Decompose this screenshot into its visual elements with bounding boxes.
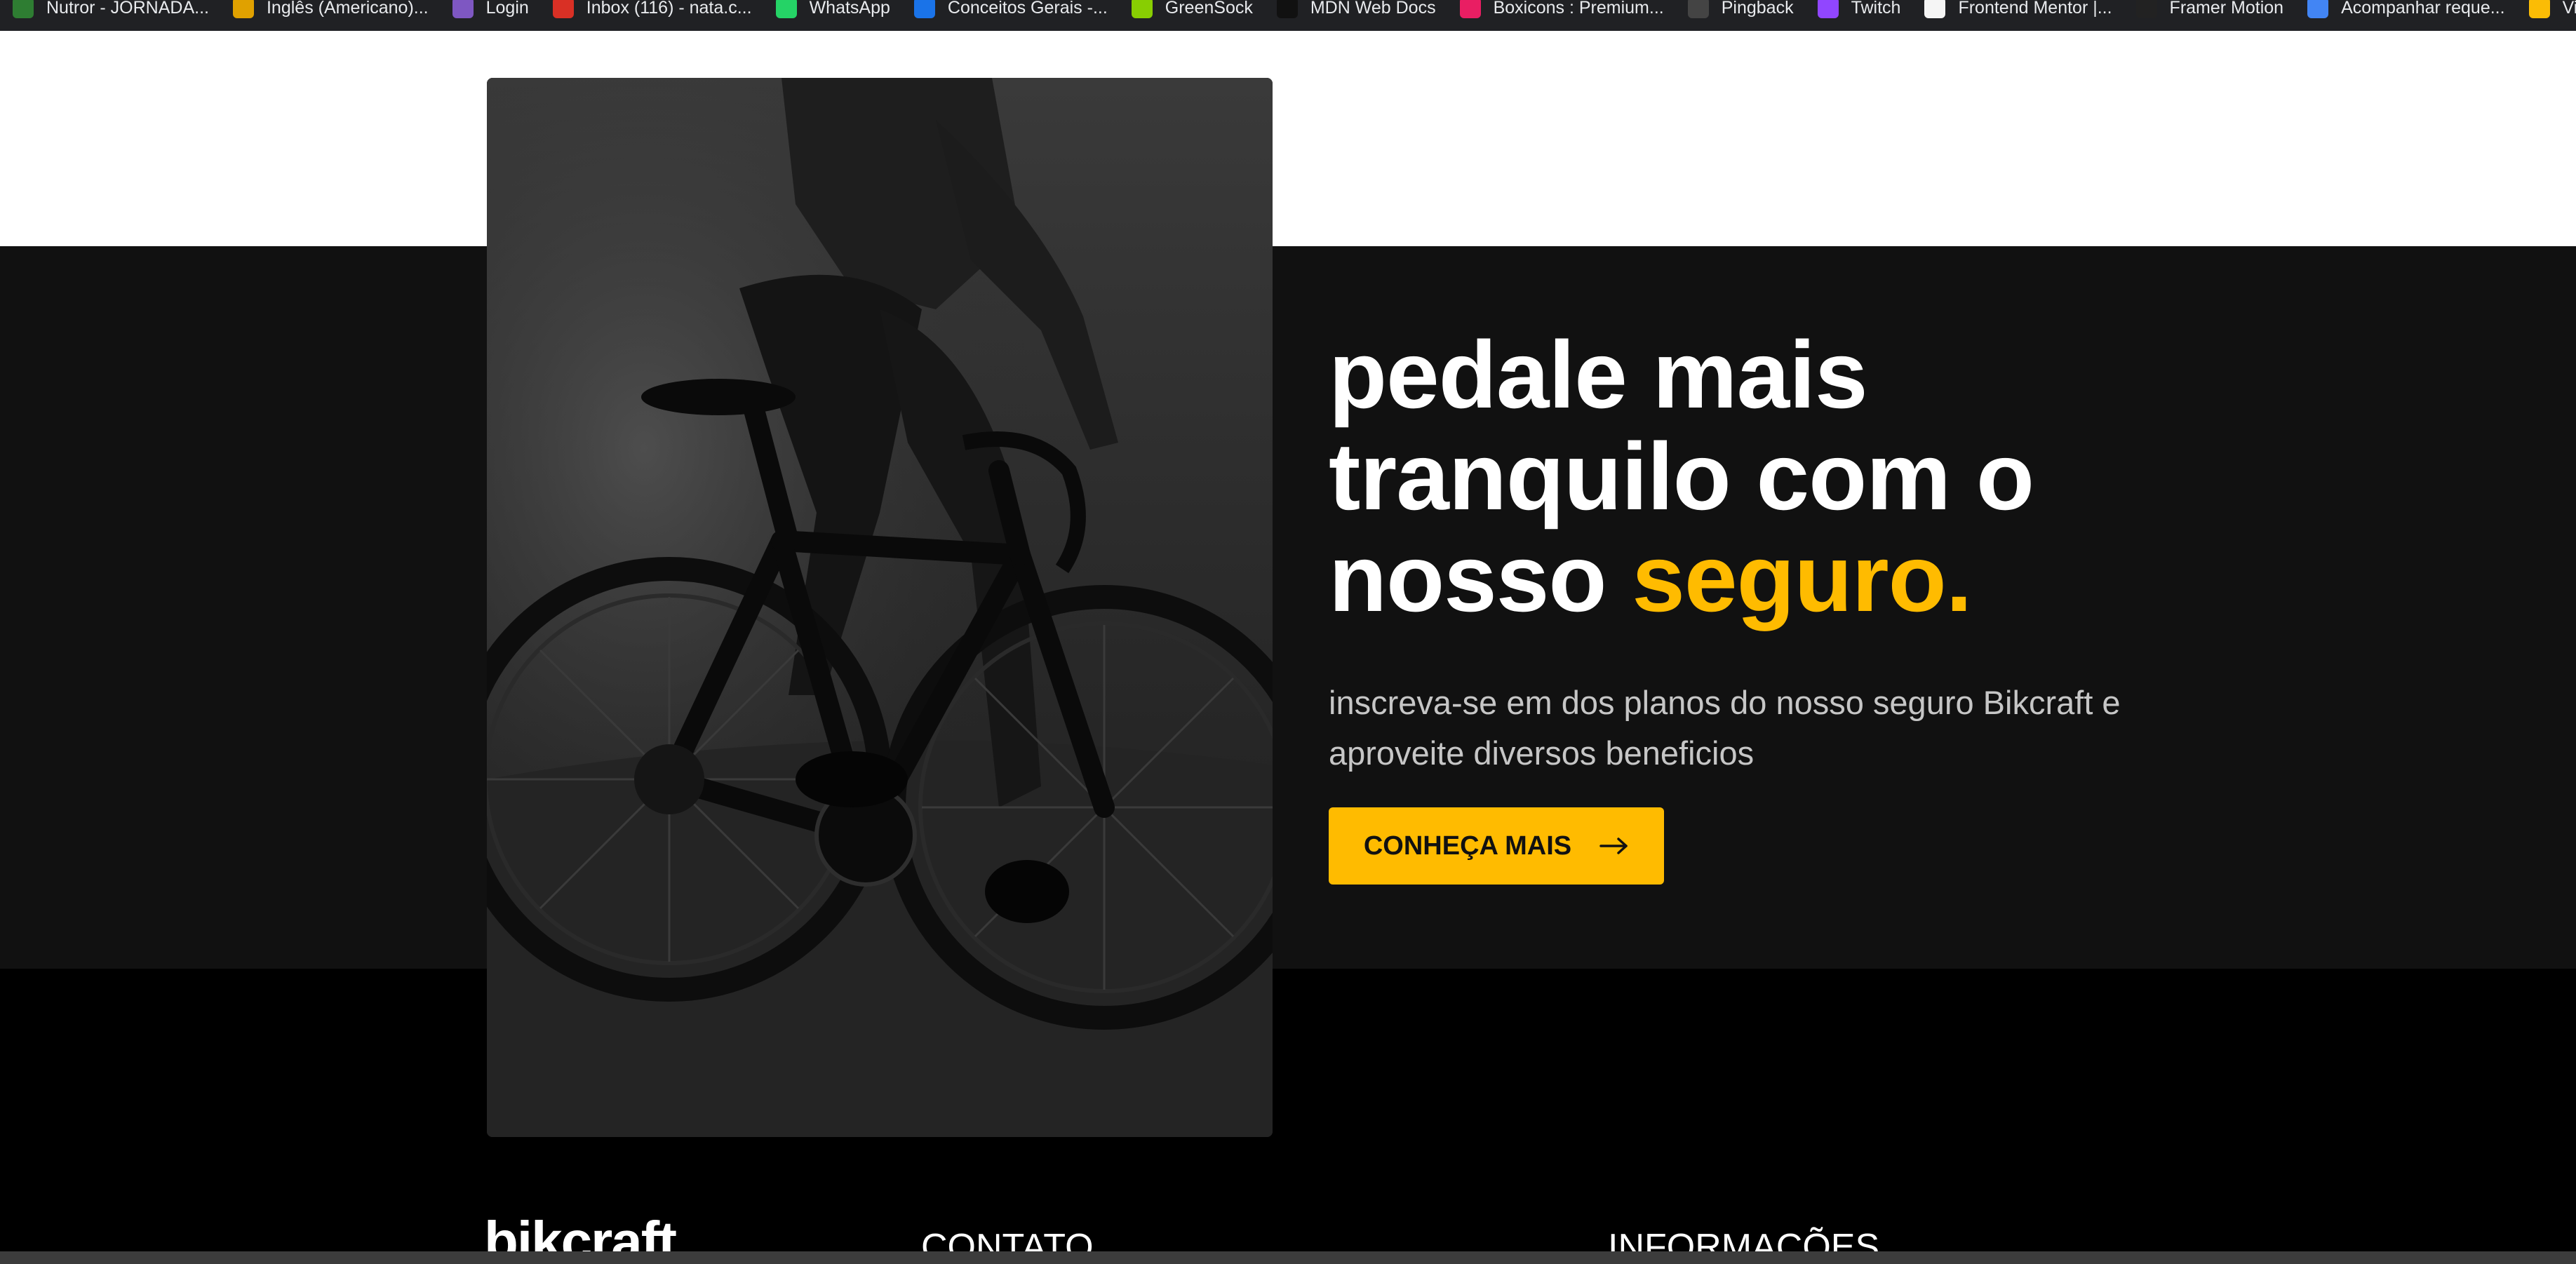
bookmark-item[interactable]: Conceitos Gerais -... (904, 0, 1122, 23)
bookmark-label: Login (485, 0, 529, 18)
cyclist-photo (487, 78, 1273, 1137)
bookmark-item[interactable]: WhatsApp (766, 0, 904, 23)
horizontal-scrollbar[interactable] (0, 1251, 2576, 1264)
bookmark-favicon-icon (452, 0, 474, 18)
bookmark-item[interactable]: Twitch (1808, 0, 1915, 23)
hero-title-accent: seguro. (1632, 525, 1972, 631)
bookmark-item[interactable]: Inglês (Americano)... (223, 0, 443, 23)
bookmark-item[interactable]: Login (443, 0, 543, 23)
bookmark-label: Framer Motion (2169, 0, 2284, 18)
bookmark-favicon-icon (775, 0, 797, 18)
footer (0, 969, 2576, 1264)
cta-label: CONHEÇA MAIS (1363, 831, 1572, 861)
bookmark-favicon-icon (2528, 0, 2550, 18)
bookmark-item[interactable]: Acompanhar reque... (2297, 0, 2518, 23)
hero-title-line-2: tranquilo com o (1329, 423, 2034, 530)
hero-title-line-3: nosso (1329, 525, 1632, 631)
bookmark-label: Acompanhar reque... (2341, 0, 2505, 18)
bicycle-illustration (487, 78, 1273, 1137)
bookmark-label: Inbox (116) - nata.c... (586, 0, 752, 18)
bookmark-favicon-icon (2135, 0, 2157, 18)
bookmark-label: Conceitos Gerais -... (947, 0, 1108, 18)
bookmark-favicon-icon (2307, 0, 2329, 18)
bookmark-item[interactable]: Framer Motion (2126, 0, 2298, 23)
bookmark-label: Pingback (1721, 0, 1794, 18)
bookmark-label: Inglês (Americano)... (266, 0, 429, 18)
bookmark-favicon-icon (1131, 0, 1153, 18)
bookmark-favicon-icon (913, 0, 935, 18)
bookmark-label: Boxicons : Premium... (1493, 0, 1664, 18)
conheca-mais-button[interactable]: CONHEÇA MAIS (1329, 807, 1664, 885)
bookmark-label: Twitch (1851, 0, 1901, 18)
bookmark-item[interactable]: Nutror - JORNADA... (3, 0, 223, 23)
hero-title: pedale mais tranquilo com o nosso seguro… (1329, 324, 2171, 629)
bookmark-item[interactable]: Frontend Mentor |... (1914, 0, 2126, 23)
hero-subtitle: inscreva-se em dos planos do nosso segur… (1329, 684, 2121, 772)
bookmark-item[interactable]: Video Recorder - Gr... (2519, 0, 2576, 23)
bookmark-label: Video Recorder - Gr... (2562, 0, 2576, 18)
bookmark-item[interactable]: MDN Web Docs (1267, 0, 1450, 23)
bookmark-favicon-icon (552, 0, 574, 18)
bookmarks-bar: Nutror - JORNADA... Inglês (Americano)...… (0, 0, 2576, 31)
bookmark-label: GreenSock (1165, 0, 1253, 18)
hero-title-line-1: pedale mais (1329, 321, 1868, 428)
bookmark-item[interactable]: Inbox (116) - nata.c... (543, 0, 766, 23)
bookmark-label: WhatsApp (809, 0, 890, 18)
bookmark-favicon-icon (13, 0, 34, 18)
bookmark-favicon-icon (1459, 0, 1481, 18)
bookmark-label: MDN Web Docs (1310, 0, 1436, 18)
bookmark-favicon-icon (1687, 0, 1709, 18)
bookmark-item[interactable]: Boxicons : Premium... (1450, 0, 1678, 23)
header-area (0, 31, 2576, 246)
bookmark-favicon-icon (1817, 0, 1839, 18)
bookmark-label: Nutror - JORNADA... (46, 0, 209, 18)
arrow-right-icon (1599, 838, 1628, 854)
insurance-section (0, 246, 2576, 969)
bookmark-item[interactable]: GreenSock (1122, 0, 1267, 23)
bookmark-favicon-icon (232, 0, 254, 18)
bookmark-favicon-icon (1924, 0, 1946, 18)
bookmark-label: Frontend Mentor |... (1958, 0, 2112, 18)
bookmark-item[interactable]: Pingback (1678, 0, 1808, 23)
bookmark-favicon-icon (1276, 0, 1298, 18)
